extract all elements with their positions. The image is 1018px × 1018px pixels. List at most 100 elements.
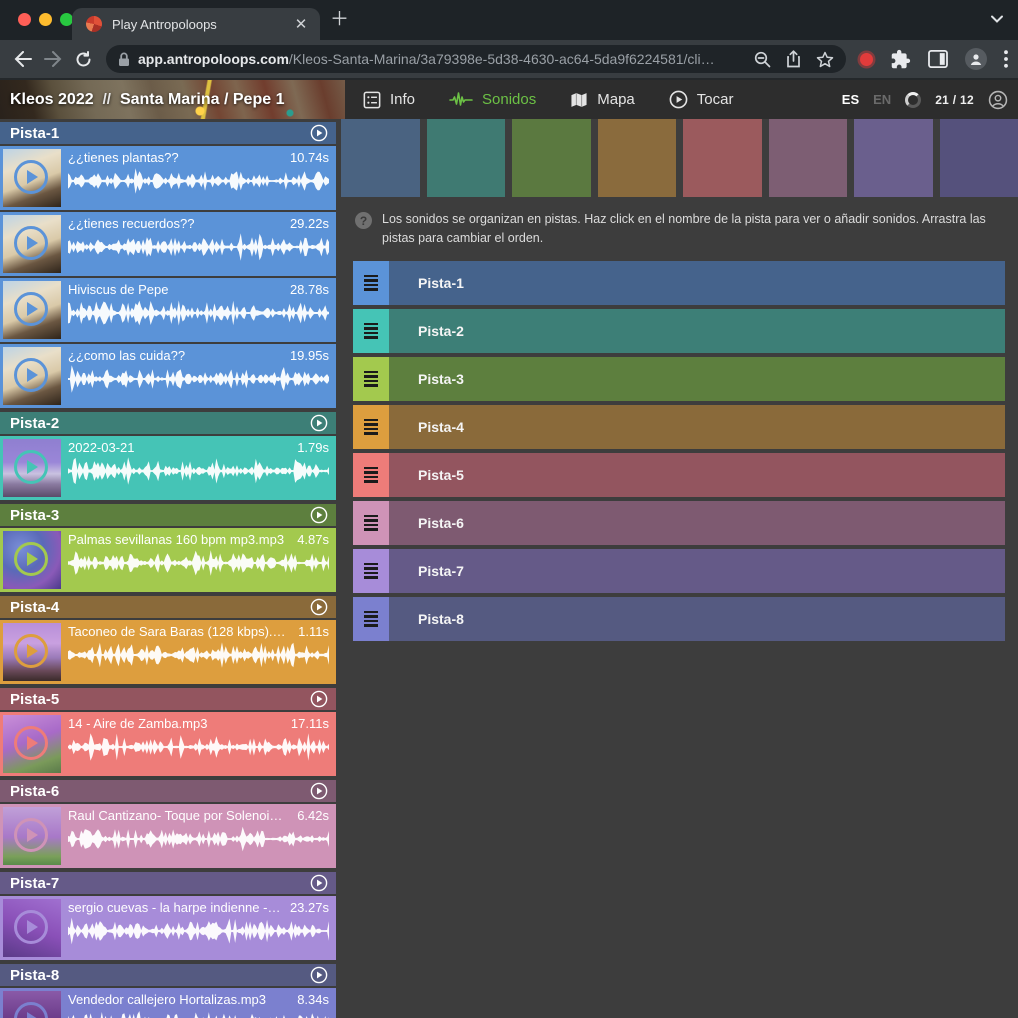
language-en-button[interactable]: EN [873,92,891,107]
info-list-icon [363,91,381,109]
audio-clip[interactable]: ¿¿tienes recuerdos?? 29.22s [0,212,336,276]
forward-button[interactable] [38,44,68,74]
clip-play-icon[interactable] [14,818,48,852]
drag-handle-icon[interactable] [353,597,389,641]
clip-play-icon[interactable] [14,292,48,326]
address-bar[interactable]: app.antropoloops.com/Kleos-Santa-Marina/… [106,45,846,73]
new-tab-button[interactable]: ＋ [330,12,349,28]
clip-thumbnail [3,215,61,273]
clip-duration: 4.87s [297,532,329,547]
audio-clip[interactable]: Raul Cantizano- Toque por Solenoide.mp3 … [0,804,336,868]
reload-button[interactable] [68,44,98,74]
audio-clip[interactable]: Palmas sevillanas 160 bpm mp3.mp3 4.87s [0,528,336,592]
drag-handle-icon[interactable] [353,453,389,497]
bookmark-star-icon[interactable] [816,51,834,68]
share-icon[interactable] [786,50,801,68]
nav-item-sonidos[interactable]: Sonidos [449,91,536,108]
browser-profile-avatar[interactable] [965,48,987,70]
clip-play-icon[interactable] [14,910,48,944]
clip-play-icon[interactable] [14,1002,48,1018]
zoom-out-page-icon[interactable] [754,51,771,68]
clip-play-icon[interactable] [14,634,48,668]
audio-clip[interactable]: Hiviscus de Pepe 28.78s [0,278,336,342]
track-row-name[interactable]: Pista-7 [389,549,1005,593]
clip-play-icon[interactable] [14,358,48,392]
sidebar-track-header-pista-5[interactable]: Pista-5 [0,688,336,710]
track-row-name[interactable]: Pista-8 [389,597,1005,641]
clip-play-icon[interactable] [14,726,48,760]
clip-play-icon[interactable] [14,542,48,576]
clip-play-icon[interactable] [14,450,48,484]
tab-close-icon[interactable]: ✕ [292,15,310,33]
track-row-pista-5[interactable]: Pista-5 [353,453,1005,497]
track-row-name[interactable]: Pista-5 [389,453,1005,497]
track-row-pista-4[interactable]: Pista-4 [353,405,1005,449]
back-button[interactable] [8,44,38,74]
audio-clip[interactable]: 2022-03-21 1.79s [0,436,336,500]
audio-clip[interactable]: sergio cuevas - la harpe indienne - 03 -… [0,896,336,960]
clip-thumbnail [3,715,61,773]
track-play-icon[interactable] [310,966,328,984]
track-color-swatch-pista-1 [341,119,420,197]
recording-extension-icon[interactable] [860,53,873,66]
account-icon[interactable] [988,90,1008,110]
track-row-name[interactable]: Pista-3 [389,357,1005,401]
audio-clip[interactable]: 14 - Aire de Zamba.mp3 17.11s [0,712,336,776]
nav-item-mapa[interactable]: Mapa [570,91,635,108]
sidebar-track-header-pista-7[interactable]: Pista-7 [0,872,336,894]
track-play-icon[interactable] [310,506,328,524]
track-row-pista-6[interactable]: Pista-6 [353,501,1005,545]
browser-tab[interactable]: Play Antropoloops ✕ [72,8,320,40]
nav-item-info[interactable]: Info [363,91,415,109]
drag-handle-icon[interactable] [353,357,389,401]
drag-handle-icon[interactable] [353,309,389,353]
track-color-swatch-pista-7 [854,119,933,197]
sidebar-track-header-pista-2[interactable]: Pista-2 [0,412,336,434]
minimize-window-button[interactable] [39,13,52,26]
track-play-icon[interactable] [310,124,328,142]
track-color-palette [341,119,1018,197]
track-row-pista-7[interactable]: Pista-7 [353,549,1005,593]
remix-cover-image: Kleos 2022 // Santa Marina / Pepe 1 [0,80,345,119]
drag-handle-icon[interactable] [353,501,389,545]
window-controls[interactable] [18,13,73,26]
track-row-name[interactable]: Pista-4 [389,405,1005,449]
sidebar-track-header-pista-1[interactable]: Pista-1 [0,122,336,144]
play-circle-icon [669,90,688,109]
track-row-name[interactable]: Pista-2 [389,309,1005,353]
audio-clip[interactable]: ¿¿como las cuida?? 19.95s [0,344,336,408]
audio-clip[interactable]: Taconeo de Sara Baras (128 kbps).mp3 1.1… [0,620,336,684]
clip-play-icon[interactable] [14,226,48,260]
track-play-icon[interactable] [310,598,328,616]
sidebar-track-header-pista-4[interactable]: Pista-4 [0,596,336,618]
audio-clip[interactable]: ¿¿tienes plantas?? 10.74s [0,146,336,210]
nav-item-tocar[interactable]: Tocar [669,90,734,109]
loading-spinner-icon [905,92,921,108]
drag-handle-icon[interactable] [353,261,389,305]
breadcrumb: Kleos 2022 // Santa Marina / Pepe 1 [10,80,284,119]
close-window-button[interactable] [18,13,31,26]
track-row-pista-2[interactable]: Pista-2 [353,309,1005,353]
clip-title: Palmas sevillanas 160 bpm mp3.mp3 [68,532,289,547]
tab-search-chevron-icon[interactable] [990,14,1004,24]
language-es-button[interactable]: ES [842,92,859,107]
clip-play-icon[interactable] [14,160,48,194]
drag-handle-icon[interactable] [353,549,389,593]
audio-clip[interactable]: Vendedor callejero Hortalizas.mp3 8.34s [0,988,336,1018]
sidebar-track-header-pista-8[interactable]: Pista-8 [0,964,336,986]
track-play-icon[interactable] [310,414,328,432]
track-row-pista-8[interactable]: Pista-8 [353,597,1005,641]
track-play-icon[interactable] [310,690,328,708]
side-panel-icon[interactable] [928,50,948,68]
sidebar-track-header-pista-3[interactable]: Pista-3 [0,504,336,526]
track-row-name[interactable]: Pista-6 [389,501,1005,545]
track-row-name[interactable]: Pista-1 [389,261,1005,305]
track-play-icon[interactable] [310,874,328,892]
track-row-pista-1[interactable]: Pista-1 [353,261,1005,305]
browser-menu-kebab-icon[interactable] [1004,50,1008,68]
extensions-puzzle-icon[interactable] [890,49,911,70]
drag-handle-icon[interactable] [353,405,389,449]
sidebar-track-header-pista-6[interactable]: Pista-6 [0,780,336,802]
track-row-pista-3[interactable]: Pista-3 [353,357,1005,401]
track-play-icon[interactable] [310,782,328,800]
